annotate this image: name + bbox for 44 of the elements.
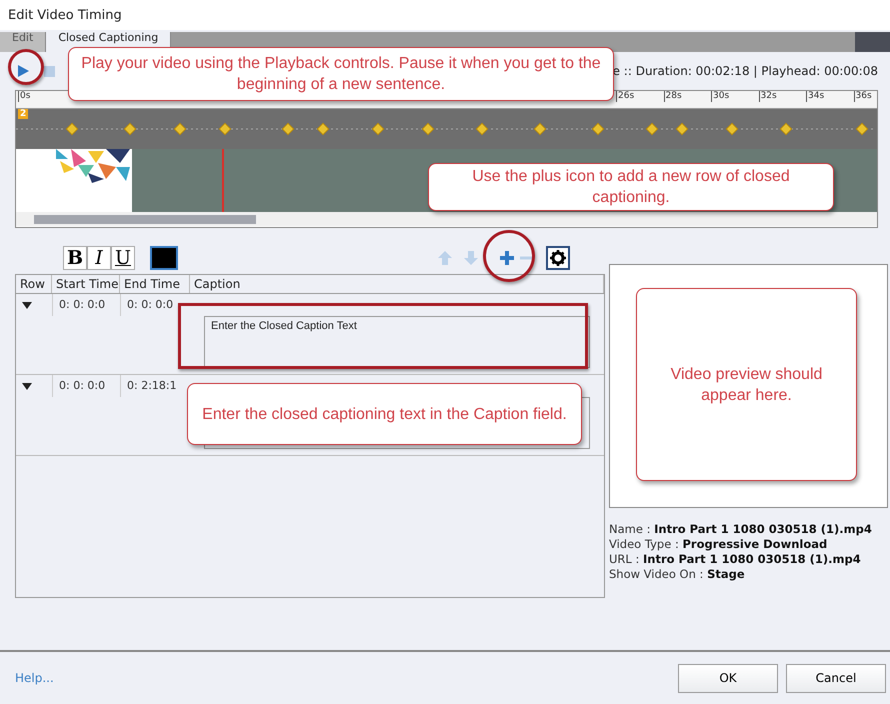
column-header: Row <box>16 275 52 293</box>
color-picker[interactable] <box>150 246 178 270</box>
caret-down-icon[interactable] <box>22 300 32 310</box>
column-header: Start Time <box>52 275 120 293</box>
ruler-label: 34s <box>806 91 824 102</box>
bold-button[interactable]: B <box>63 246 87 270</box>
start-time-cell: 0: 0: 0:0 <box>52 294 120 316</box>
video-info: Show Video On : Stage <box>609 567 746 582</box>
scrollbar[interactable] <box>16 212 877 226</box>
track-label: 2 <box>18 109 28 119</box>
ruler-label: 32s <box>758 91 777 102</box>
column-header: Caption <box>190 275 604 293</box>
start-time-cell: 0: 0: 0:0 <box>52 375 120 397</box>
end-time-cell: 0: 0: 0:0 <box>120 294 190 316</box>
caret-down-icon[interactable] <box>22 381 32 391</box>
column-header: End Time <box>120 275 190 293</box>
playhead-line <box>222 149 224 212</box>
stop-icon[interactable] <box>44 66 55 76</box>
video-info: Name : Intro Part 1 1080 030518 (1).mp4 <box>609 522 873 537</box>
ruler-label: 0s <box>18 91 30 102</box>
window-title: Edit Video Timing <box>0 0 890 30</box>
callout-tooltip: Video preview should appear here. <box>636 288 857 481</box>
ruler-label: 30s <box>711 91 730 102</box>
settings-icon[interactable] <box>546 246 570 270</box>
ruler-label: 28s <box>664 91 682 102</box>
highlight-ring <box>8 49 44 85</box>
ruler-label: 26s <box>616 91 634 102</box>
callout-tooltip: Enter the closed captioning text in the Caption field. <box>187 383 582 445</box>
video-info: URL : Intro Part 1 1080 030518 (1).mp4 <box>609 552 862 567</box>
ok-button[interactable]: OK <box>678 664 778 692</box>
plus-icon[interactable] <box>498 249 516 267</box>
cancel-button[interactable]: Cancel <box>786 664 886 692</box>
callout-tooltip: Play your video using the Playback controls. Pause it when you get to the beginning of a new sentence. <box>68 47 614 101</box>
video-info: Video Type : Progressive Download <box>609 537 828 552</box>
callout-tooltip: Use the plus icon to add a new row of closed captioning. <box>428 163 834 211</box>
tab-strip-end <box>855 32 890 52</box>
tab[interactable]: Edit <box>0 32 46 52</box>
underline-button[interactable]: U <box>111 246 135 270</box>
highlight-ring <box>483 230 535 282</box>
italic-button[interactable]: I <box>87 246 111 270</box>
play-icon[interactable] <box>16 64 30 78</box>
help-link[interactable]: Help... <box>15 671 54 685</box>
ruler-label: 36s <box>854 91 872 102</box>
caption-field[interactable]: Enter the Closed Caption Text <box>204 316 590 368</box>
